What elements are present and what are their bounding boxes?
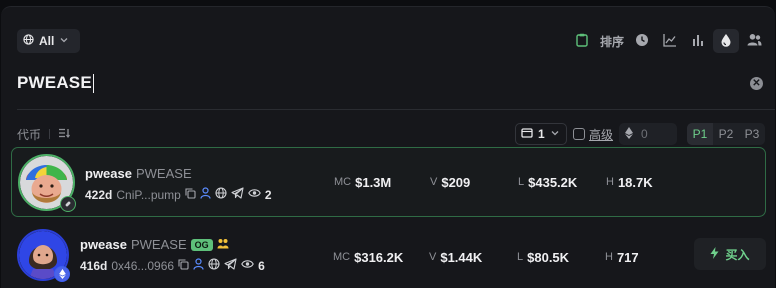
liquidity: L $80.5K (517, 249, 570, 265)
holders: H 717 (605, 249, 639, 265)
liquidity-value: $80.5K (527, 249, 570, 265)
clock-button[interactable] (629, 29, 655, 53)
eye-icon (248, 188, 261, 201)
drop-icon (720, 33, 732, 50)
holders-count: 2 (264, 187, 272, 202)
market-cap: MC $1.3M (334, 174, 392, 190)
list-controls: 1 高级 0 P1 P2 P3 (514, 123, 765, 145)
og-badge: OG (190, 238, 213, 251)
telegram-icon[interactable] (231, 187, 244, 202)
telegram-icon[interactable] (224, 258, 237, 273)
avatar (18, 154, 76, 212)
volume: V $1.44K (429, 249, 483, 265)
token-name[interactable]: pwease (80, 237, 127, 252)
header-separator (49, 129, 51, 139)
eye-icon (241, 259, 254, 272)
copy-icon[interactable] (178, 258, 189, 273)
buy-label: 买入 (725, 247, 750, 262)
token-info: pwease PWEASE 422d CniP...pump 2 (85, 166, 272, 202)
preset-p2[interactable]: P2 (713, 123, 739, 145)
clock-icon (635, 33, 649, 50)
preset-selector: P1 P2 P3 (687, 123, 765, 145)
token-row[interactable]: pwease PWEASE 422d CniP...pump 2 MC $1.3… (11, 147, 766, 217)
token-ticker: PWEASE (135, 166, 192, 181)
globe-icon (23, 34, 34, 48)
filter-label: All (39, 34, 55, 48)
avatar (17, 229, 70, 282)
token-name[interactable]: pwease (85, 166, 132, 181)
token-ticker: PWEASE (130, 237, 187, 252)
holders-count: 6 (258, 258, 265, 273)
text-caret (92, 73, 94, 93)
copy-icon[interactable] (185, 187, 196, 202)
eth-amount-input[interactable]: 0 (619, 123, 677, 145)
preset-p1[interactable]: P1 (687, 123, 713, 145)
liquidity-button[interactable] (713, 29, 739, 53)
liquidity-value: $435.2K (528, 174, 578, 190)
lightning-icon (710, 246, 719, 262)
advanced-checkbox[interactable] (572, 128, 585, 140)
buy-button[interactable]: 买入 (694, 238, 766, 270)
volume: V $209 (430, 174, 471, 190)
line-chart-button[interactable] (657, 29, 683, 53)
preset-p3[interactable]: P3 (739, 123, 765, 145)
eth-amount-placeholder: 0 (641, 127, 648, 141)
advanced-toggle[interactable]: 高级 (572, 126, 613, 143)
count-select[interactable]: 1 (514, 123, 567, 145)
ethereum-chain-icon (54, 266, 70, 282)
market-cap: MC $316.2K (333, 249, 404, 265)
token-age: 422d (85, 187, 113, 202)
close-icon[interactable]: ✕ (750, 76, 763, 90)
users-icon (747, 33, 762, 49)
ethereum-icon (625, 126, 633, 142)
token-address: 0x46...0966 (111, 258, 175, 273)
token-info: pwease PWEASE OG 416d 0x46...0966 6 (80, 237, 265, 273)
user-icon[interactable] (200, 187, 211, 202)
holders-value: 717 (616, 249, 639, 265)
chevron-down-icon (59, 34, 69, 48)
dev-team-icon (217, 238, 229, 252)
token-row[interactable]: pwease PWEASE OG 416d 0x46...0966 6 MC $… (11, 225, 766, 288)
market-cap-value: $1.3M (355, 174, 392, 190)
volume-value: $209 (441, 174, 471, 190)
holders-button[interactable] (741, 29, 767, 53)
count-value: 1 (537, 127, 545, 141)
sort-lines-icon[interactable] (58, 128, 70, 141)
liquidity: L $435.2K (518, 174, 578, 190)
token-address: CniP...pump (116, 187, 181, 202)
holders: H 18.7K (606, 174, 653, 190)
globe-icon[interactable] (215, 187, 227, 202)
search-input[interactable]: PWEASE (17, 73, 92, 93)
folder-icon (521, 127, 533, 141)
clipboard-icon (576, 33, 588, 50)
toolbar: 排序 (569, 29, 767, 53)
tokens-label: 代币 (17, 127, 42, 142)
pump-badge-icon (60, 196, 76, 212)
line-chart-icon (663, 33, 677, 50)
holders-value: 18.7K (617, 174, 653, 190)
token-age: 416d (80, 258, 108, 273)
bar-chart-icon (691, 33, 705, 50)
volume-value: $1.44K (440, 249, 483, 265)
search-bar[interactable]: PWEASE ✕ (17, 69, 763, 97)
divider (17, 109, 775, 110)
globe-icon[interactable] (208, 258, 220, 273)
list-header: 代币 1 高级 0 P1 P2 P3 (17, 122, 765, 146)
chevron-down-icon (550, 127, 560, 141)
advanced-label: 高级 (588, 127, 613, 142)
sort-button[interactable]: 排序 (597, 29, 627, 53)
clipboard-button[interactable] (569, 29, 595, 53)
user-icon[interactable] (193, 258, 204, 273)
market-cap-value: $316.2K (354, 249, 404, 265)
bar-chart-button[interactable] (685, 29, 711, 53)
filter-dropdown[interactable]: All (17, 29, 80, 53)
